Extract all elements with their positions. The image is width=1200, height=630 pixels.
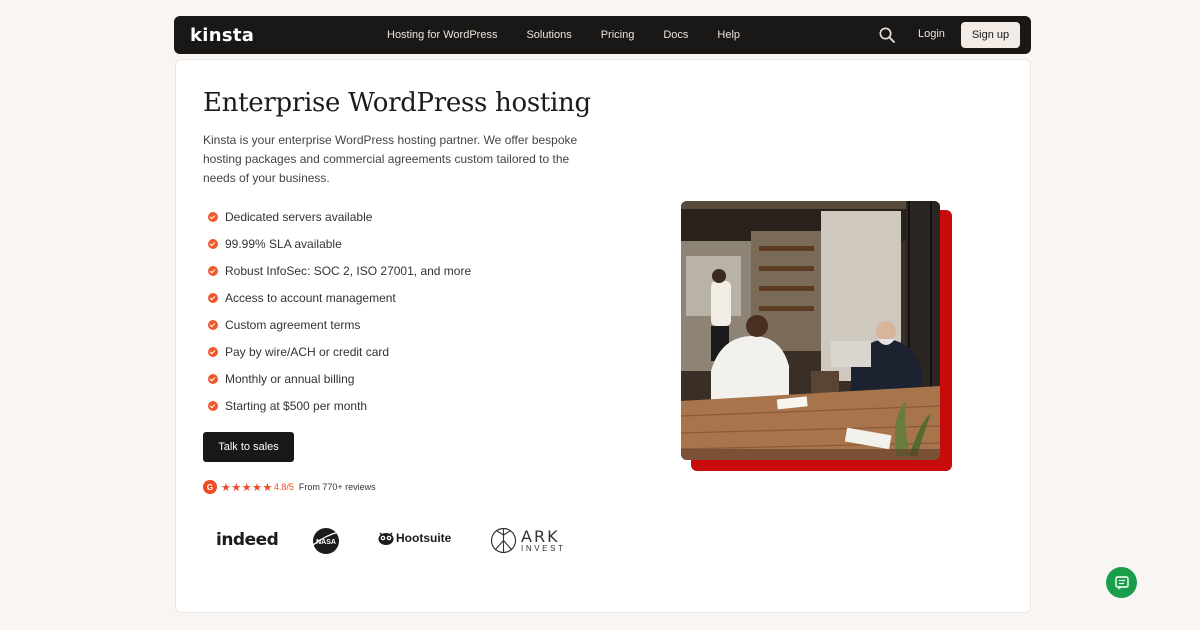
signup-button[interactable]: Sign up [961, 22, 1020, 48]
top-navbar: kinsta Hosting for WordPress Solutions P… [174, 16, 1031, 54]
feature-label: Dedicated servers available [225, 209, 373, 224]
owl-icon [378, 532, 394, 545]
nav-links: Hosting for WordPress Solutions Pricing … [387, 16, 769, 54]
feature-item: Starting at $500 per month [208, 392, 471, 419]
feature-item: Custom agreement terms [208, 311, 471, 338]
nav-hosting-for-wordpress[interactable]: Hosting for WordPress [387, 29, 497, 41]
feature-label: Pay by wire/ACH or credit card [225, 344, 390, 359]
check-circle-icon [208, 292, 218, 303]
nav-solutions[interactable]: Solutions [526, 29, 571, 41]
invest-logo-text: INVEST [521, 543, 566, 553]
indeed-logo: indeed [216, 530, 279, 550]
nav-help[interactable]: Help [717, 29, 740, 41]
feature-label: Starting at $500 per month [225, 398, 368, 413]
chat-button[interactable] [1106, 567, 1137, 598]
search-icon[interactable] [878, 26, 896, 44]
hootsuite-logo: Hootsuite [378, 531, 451, 545]
reviews-count: From 770+ reviews [298, 482, 376, 492]
check-circle-icon [208, 400, 218, 411]
nav-docs[interactable]: Docs [663, 29, 688, 41]
rating-score: 4.8/5 [273, 482, 294, 492]
hero-card: Enterprise WordPress hosting Kinsta is y… [175, 59, 1031, 613]
feature-item: Access to account management [208, 284, 471, 311]
ark-mark-icon [490, 527, 517, 554]
chat-icon [1114, 575, 1129, 590]
review-rating[interactable]: G ★★★★★ 4.8/5 From 770+ reviews [203, 480, 376, 494]
login-link[interactable]: Login [918, 28, 945, 40]
kinsta-logo[interactable]: kinsta [190, 25, 254, 46]
ark-invest-logo: ARK INVEST [490, 527, 566, 554]
feature-item: Pay by wire/ACH or credit card [208, 338, 471, 365]
feature-label: Access to account management [225, 290, 396, 305]
ark-logo-text: ARK [521, 526, 560, 546]
hootsuite-logo-text: Hootsuite [396, 531, 452, 545]
feature-label: Custom agreement terms [225, 317, 361, 332]
nav-pricing[interactable]: Pricing [601, 29, 635, 41]
intro-text: Kinsta is your enterprise WordPress host… [203, 133, 578, 185]
star-rating: ★★★★★ [221, 481, 273, 494]
feature-item: Robust InfoSec: SOC 2, ISO 27001, and mo… [208, 257, 471, 284]
check-circle-icon [208, 265, 218, 276]
feature-label: Robust InfoSec: SOC 2, ISO 27001, and mo… [225, 263, 472, 278]
feature-label: Monthly or annual billing [225, 371, 355, 386]
page-title: Enterprise WordPress hosting [203, 88, 591, 118]
feature-item: Monthly or annual billing [208, 365, 471, 392]
check-circle-icon [208, 346, 218, 357]
feature-list: Dedicated servers available 99.99% SLA a… [208, 203, 471, 419]
check-circle-icon [208, 238, 218, 249]
feature-item: Dedicated servers available [208, 203, 471, 230]
check-circle-icon [208, 319, 218, 330]
office-meeting-photo [681, 201, 940, 460]
check-circle-icon [208, 211, 218, 222]
nasa-logo-text: NASA [316, 539, 336, 546]
nasa-logo: NASA [312, 528, 340, 554]
feature-label: 99.99% SLA available [225, 236, 342, 251]
feature-item: 99.99% SLA available [208, 230, 471, 257]
talk-to-sales-button[interactable]: Talk to sales [203, 432, 294, 462]
g2-badge-icon: G [203, 480, 217, 494]
check-circle-icon [208, 373, 218, 384]
